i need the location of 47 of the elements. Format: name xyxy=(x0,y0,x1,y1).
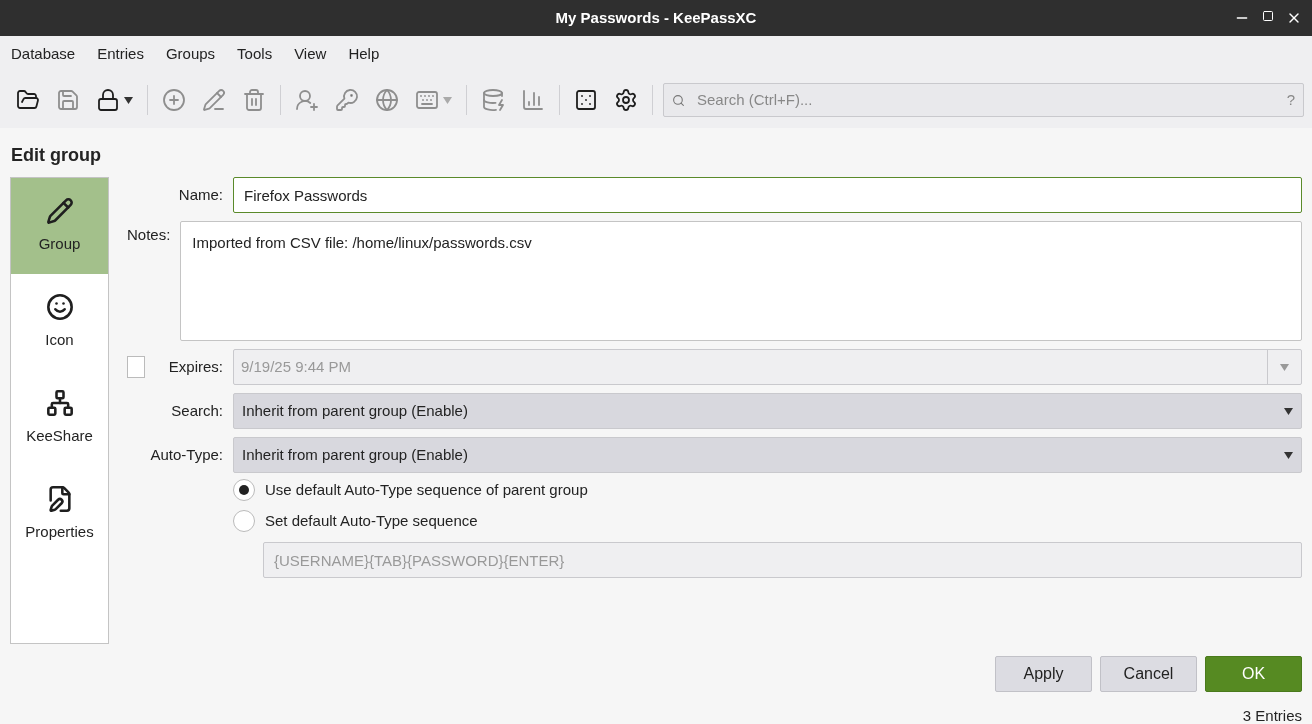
field-label: Auto-Type: xyxy=(149,444,223,465)
notes-field[interactable]: Imported from CSV file: /home/linux/passwords.csv xyxy=(180,221,1302,341)
menu-item[interactable]: Groups xyxy=(165,42,216,66)
field-label: Name: xyxy=(177,184,223,205)
trash-icon xyxy=(242,88,266,112)
caret-icon xyxy=(1284,451,1293,459)
search-input[interactable]: Search (Ctrl+F)... xyxy=(697,88,1275,112)
lock-icon xyxy=(96,88,120,112)
caret-icon xyxy=(443,96,452,104)
menu-item[interactable]: Entries xyxy=(97,42,144,66)
save-icon xyxy=(56,88,80,112)
dialog-button[interactable]: Cancel xyxy=(1100,656,1197,692)
caret-icon xyxy=(1280,363,1289,371)
keyboard-icon xyxy=(415,88,439,112)
category-item[interactable]: Group xyxy=(11,178,108,274)
caret-icon xyxy=(1284,407,1293,415)
auto-type-dropdown[interactable]: Inherit from parent group (Enable) xyxy=(233,437,1302,473)
radio-button[interactable] xyxy=(233,479,255,502)
settings-icon xyxy=(614,88,638,112)
smiley-icon xyxy=(45,292,74,321)
menu-item[interactable]: Help xyxy=(348,42,380,66)
menu-item[interactable]: Tools xyxy=(237,42,273,66)
pencil-icon xyxy=(45,196,74,225)
folder-icon xyxy=(16,88,40,112)
maximize-icon[interactable] xyxy=(1262,10,1274,22)
field-label: Expires: xyxy=(167,356,223,377)
dialog-heading: Edit group xyxy=(11,144,102,167)
dialog-button[interactable]: OK xyxy=(1205,656,1302,692)
radio-button[interactable] xyxy=(233,509,255,532)
name-field[interactable]: Firefox Passwords xyxy=(233,177,1302,213)
radio-label: Set default Auto-Type sequence xyxy=(265,510,478,531)
search-dropdown[interactable]: Inherit from parent group (Enable) xyxy=(233,393,1302,429)
radio-label: Use default Auto-Type sequence of parent group xyxy=(265,480,588,500)
chart-icon xyxy=(521,88,545,112)
field-label: Search: xyxy=(170,400,223,421)
expires-checkbox[interactable] xyxy=(127,356,146,378)
dialog-button[interactable]: Apply xyxy=(995,656,1092,692)
menu-item[interactable]: Database xyxy=(11,42,76,66)
dice-icon xyxy=(574,88,598,112)
caret-icon xyxy=(124,96,133,104)
network-icon xyxy=(45,388,74,417)
plus-circle-icon xyxy=(162,88,186,112)
search-icon xyxy=(672,93,685,107)
field-label: Notes: xyxy=(127,226,171,243)
menu-item[interactable]: View xyxy=(294,42,327,66)
window-title: My Passwords - KeePassXC xyxy=(555,7,757,28)
status-text: 3 Entries xyxy=(1242,706,1302,724)
